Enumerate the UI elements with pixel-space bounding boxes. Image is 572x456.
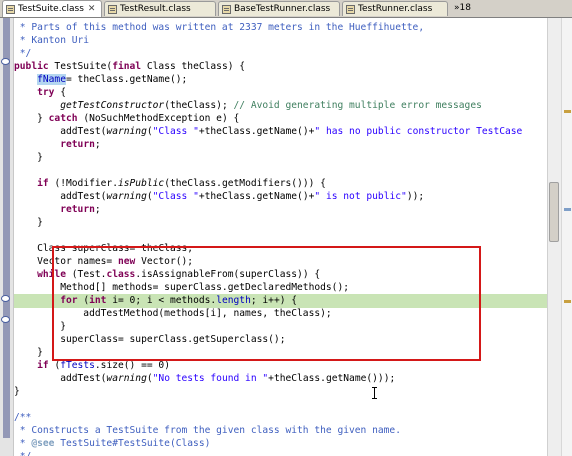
code-line: if (fTests.size() == 0) [37, 360, 170, 371]
code-line: * Constructs a TestSuite from the given … [14, 425, 401, 436]
class-file-icon [346, 4, 355, 14]
code-line: return; [60, 139, 101, 150]
code-editor[interactable]: * Parts of this method was written at 23… [14, 18, 547, 456]
code-line: public TestSuite(final Class theClass) { [14, 61, 246, 72]
code-line: * Parts of this method was written at 23… [14, 22, 425, 33]
code-line: * @see TestSuite#TestSuite(Class) [14, 438, 211, 449]
tab-testrunner-class[interactable]: TestRunner.class [342, 1, 448, 16]
code-line: */ [14, 450, 547, 456]
breakpoint-marker-icon[interactable] [1, 295, 10, 302]
tab-testsuite-class[interactable]: TestSuite.class ✕ [2, 0, 102, 17]
vertical-scrollbar[interactable] [547, 18, 561, 456]
text-cursor-icon [372, 387, 378, 399]
tab-label: TestResult.class [120, 4, 191, 14]
overview-ruler[interactable] [561, 18, 572, 456]
code-line: addTest(warning("Class "+theClass.getNam… [14, 191, 425, 202]
overview-warning-mark[interactable] [564, 110, 571, 113]
code-line: return; [60, 204, 101, 215]
code-line: fName= theClass.getName(); [37, 74, 188, 85]
tab-label: BaseTestRunner.class [234, 4, 331, 14]
override-marker-icon[interactable] [1, 58, 10, 65]
overview-occurrence-mark[interactable] [564, 208, 571, 211]
class-file-icon [222, 4, 231, 14]
code-line: } [14, 217, 43, 228]
tab-testresult-class[interactable]: TestResult.class [104, 1, 216, 16]
close-tab-icon[interactable]: ✕ [88, 4, 96, 14]
java-editor-window: TestSuite.class ✕ TestResult.class BaseT… [0, 0, 572, 456]
tab-label: TestSuite.class [18, 4, 84, 14]
highlight-annotation-box [52, 246, 481, 361]
bookmark-marker-icon[interactable] [1, 316, 10, 323]
code-line: } [14, 386, 20, 397]
code-line: } catch (NoSuchMethodException e) { [14, 113, 240, 124]
code-line: * Kanton Uri [14, 35, 90, 46]
code-line: } [14, 152, 43, 163]
tab-overflow-button[interactable]: »18 [454, 3, 471, 13]
code-line: */ [14, 48, 32, 59]
scrollbar-thumb[interactable] [549, 182, 559, 242]
class-file-icon [6, 4, 15, 14]
overview-warning-mark[interactable] [564, 300, 571, 303]
tab-label: TestRunner.class [358, 4, 433, 14]
code-line: /** [14, 412, 32, 423]
editor-tab-bar: TestSuite.class ✕ TestResult.class BaseT… [0, 0, 572, 18]
selection-range-indicator [3, 18, 10, 438]
tab-basetestrunner-class[interactable]: BaseTestRunner.class [218, 1, 340, 16]
code-line: if (!Modifier.isPublic(theClass.getModif… [37, 178, 326, 189]
code-line: getTestConstructor(theClass); // Avoid g… [60, 100, 482, 111]
code-line: addTest(warning("No tests found in "+the… [14, 373, 396, 384]
code-line: try { [37, 87, 66, 98]
code-line: addTest(warning("Class "+theClass.getNam… [14, 126, 523, 137]
class-file-icon [108, 4, 117, 14]
